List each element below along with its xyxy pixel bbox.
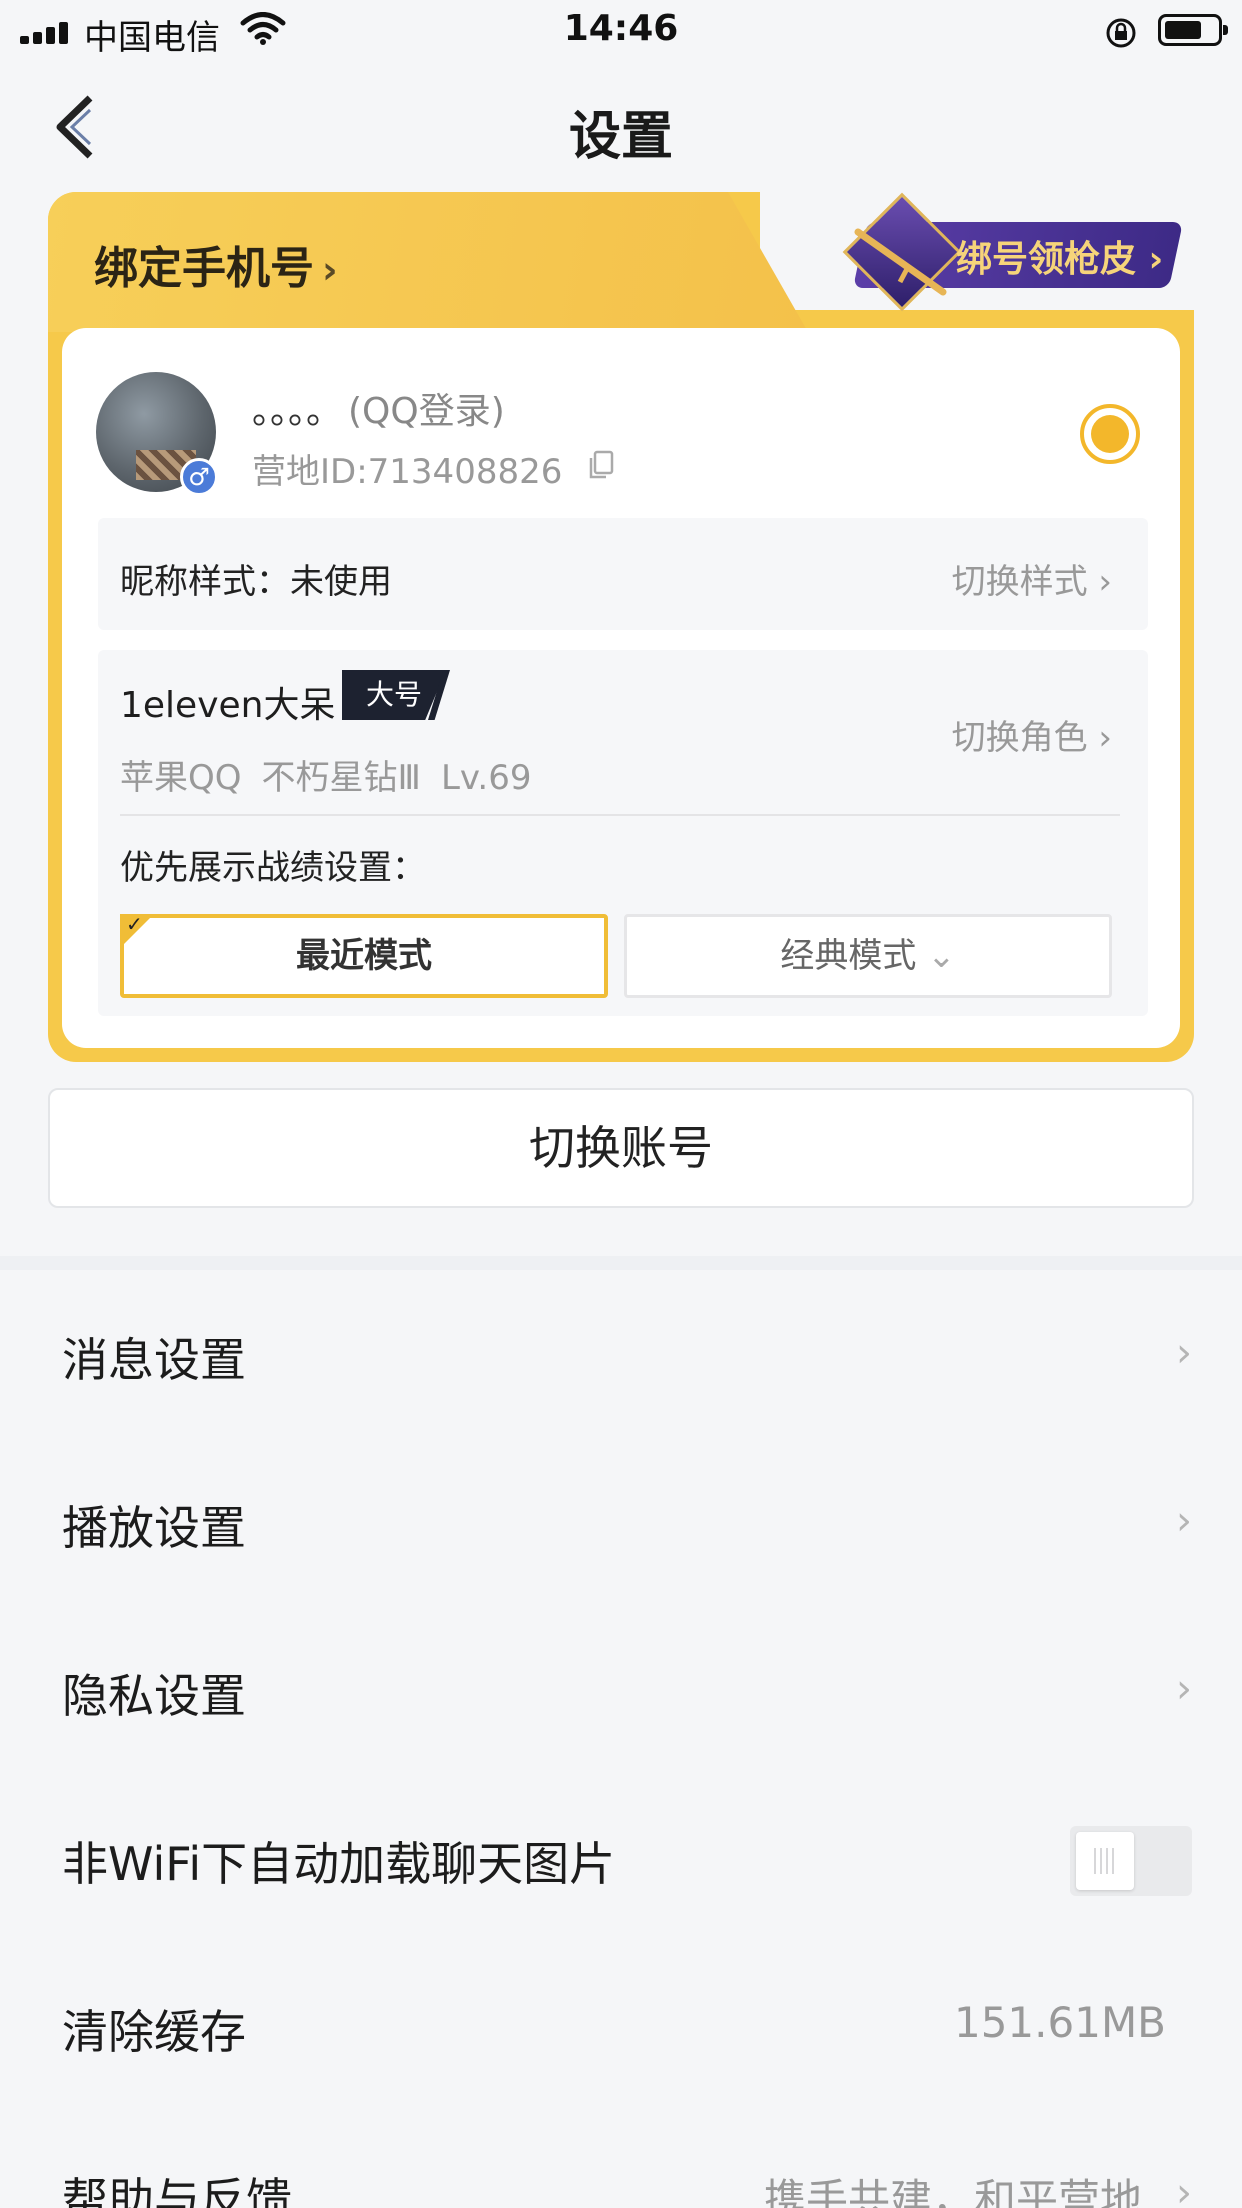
skin-promo-text: 绑号领枪皮 bbox=[956, 239, 1137, 280]
message-settings-label: 消息设置 bbox=[62, 1333, 246, 1387]
login-type: (QQ登录) bbox=[348, 391, 505, 432]
status-time: 14:46 bbox=[563, 8, 679, 49]
switch-account-button[interactable]: 切换账号 bbox=[48, 1088, 1194, 1208]
clear-cache-row[interactable]: 清除缓存 151.61MB bbox=[0, 1942, 1242, 2110]
nick-style-label: 昵称样式：未使用 bbox=[120, 562, 392, 602]
classic-mode-dropdown[interactable]: 经典模式 ⌄ bbox=[624, 914, 1112, 998]
switch-style-link[interactable]: 切换样式 › bbox=[952, 554, 1112, 603]
message-settings-row[interactable]: 消息设置 › bbox=[0, 1270, 1242, 1438]
clear-cache-label: 清除缓存 bbox=[62, 2005, 246, 2059]
camp-id: 营地ID:713408826 bbox=[252, 452, 563, 492]
help-feedback-label: 帮助与反馈 bbox=[62, 2173, 292, 2208]
recent-mode-label: 最近模式 bbox=[296, 936, 432, 976]
rotation-lock-icon bbox=[1106, 18, 1136, 48]
chevron-right-icon: › bbox=[1176, 2170, 1192, 2208]
auto-load-images-label: 非WiFi下自动加载聊天图片 bbox=[62, 1837, 616, 1891]
playback-settings-label: 播放设置 bbox=[62, 1501, 246, 1555]
skin-promo-label[interactable]: 绑号领枪皮 › bbox=[956, 230, 1163, 282]
divider bbox=[120, 814, 1120, 816]
help-feedback-row[interactable]: 帮助与反馈 携手共建，和平营地 › bbox=[0, 2110, 1242, 2208]
check-icon: ✓ bbox=[126, 912, 143, 936]
switch-role-link[interactable]: 切换角色 › bbox=[952, 710, 1112, 759]
nav-bar: 设置 bbox=[0, 62, 1242, 192]
privacy-settings-row[interactable]: 隐私设置 › bbox=[0, 1606, 1242, 1774]
role-name: 1eleven大呆 bbox=[120, 685, 336, 726]
role-level: Lv.69 bbox=[440, 758, 532, 798]
account-selected-radio[interactable] bbox=[1080, 404, 1140, 464]
role-meta: 苹果QQ 不朽星钻Ⅲ Lv.69 bbox=[120, 750, 551, 799]
nickname-text: 。。。。 bbox=[252, 391, 343, 432]
bind-phone-link[interactable]: 绑定手机号 › bbox=[94, 232, 338, 296]
chevron-right-icon: › bbox=[1098, 562, 1112, 602]
chevron-right-icon: › bbox=[1176, 1498, 1192, 1544]
role-panel: 1eleven大呆 大号 苹果QQ 不朽星钻Ⅲ Lv.69 切换角色 › 优先展示战… bbox=[98, 650, 1148, 1016]
recent-mode-button[interactable]: ✓ 最近模式 bbox=[120, 914, 608, 998]
cache-size: 151.61MB bbox=[953, 1998, 1166, 2047]
toggle-knob bbox=[1076, 1832, 1134, 1890]
male-icon: ♂ bbox=[180, 458, 218, 496]
classic-mode-label: 经典模式 bbox=[780, 936, 917, 976]
chevron-right-icon: › bbox=[1098, 718, 1112, 758]
chevron-right-icon: › bbox=[1176, 1666, 1192, 1712]
page-title: 设置 bbox=[568, 107, 673, 167]
chevron-right-icon: › bbox=[1176, 1330, 1192, 1376]
role-platform: 苹果QQ bbox=[120, 758, 242, 798]
chevron-down-icon: ⌄ bbox=[927, 936, 956, 976]
nick-style-row[interactable]: 昵称样式：未使用 切换样式 › bbox=[98, 518, 1148, 630]
auto-load-images-row: 非WiFi下自动加载聊天图片 bbox=[0, 1774, 1242, 1942]
help-hint: 携手共建，和平营地 bbox=[763, 2175, 1142, 2208]
copy-icon[interactable] bbox=[588, 450, 614, 480]
account-nickname: 。。。。 (QQ登录) bbox=[252, 382, 505, 434]
battery-icon bbox=[1158, 14, 1228, 46]
privacy-settings-label: 隐私设置 bbox=[62, 1669, 246, 1723]
chevron-right-icon: › bbox=[322, 248, 338, 292]
role-rank: 不朽星钻Ⅲ bbox=[261, 758, 421, 798]
section-divider bbox=[0, 1256, 1242, 1270]
record-pref-label: 优先展示战绩设置： bbox=[120, 848, 426, 888]
bind-phone-label: 绑定手机号 bbox=[94, 243, 314, 294]
switch-style-label: 切换样式 bbox=[951, 562, 1088, 602]
status-bar: 中国电信 14:46 bbox=[0, 0, 1242, 62]
switch-role-label: 切换角色 bbox=[951, 718, 1088, 758]
rifle-icon bbox=[854, 228, 947, 296]
auto-load-images-toggle[interactable] bbox=[1070, 1826, 1192, 1896]
playback-settings-row[interactable]: 播放设置 › bbox=[0, 1438, 1242, 1606]
